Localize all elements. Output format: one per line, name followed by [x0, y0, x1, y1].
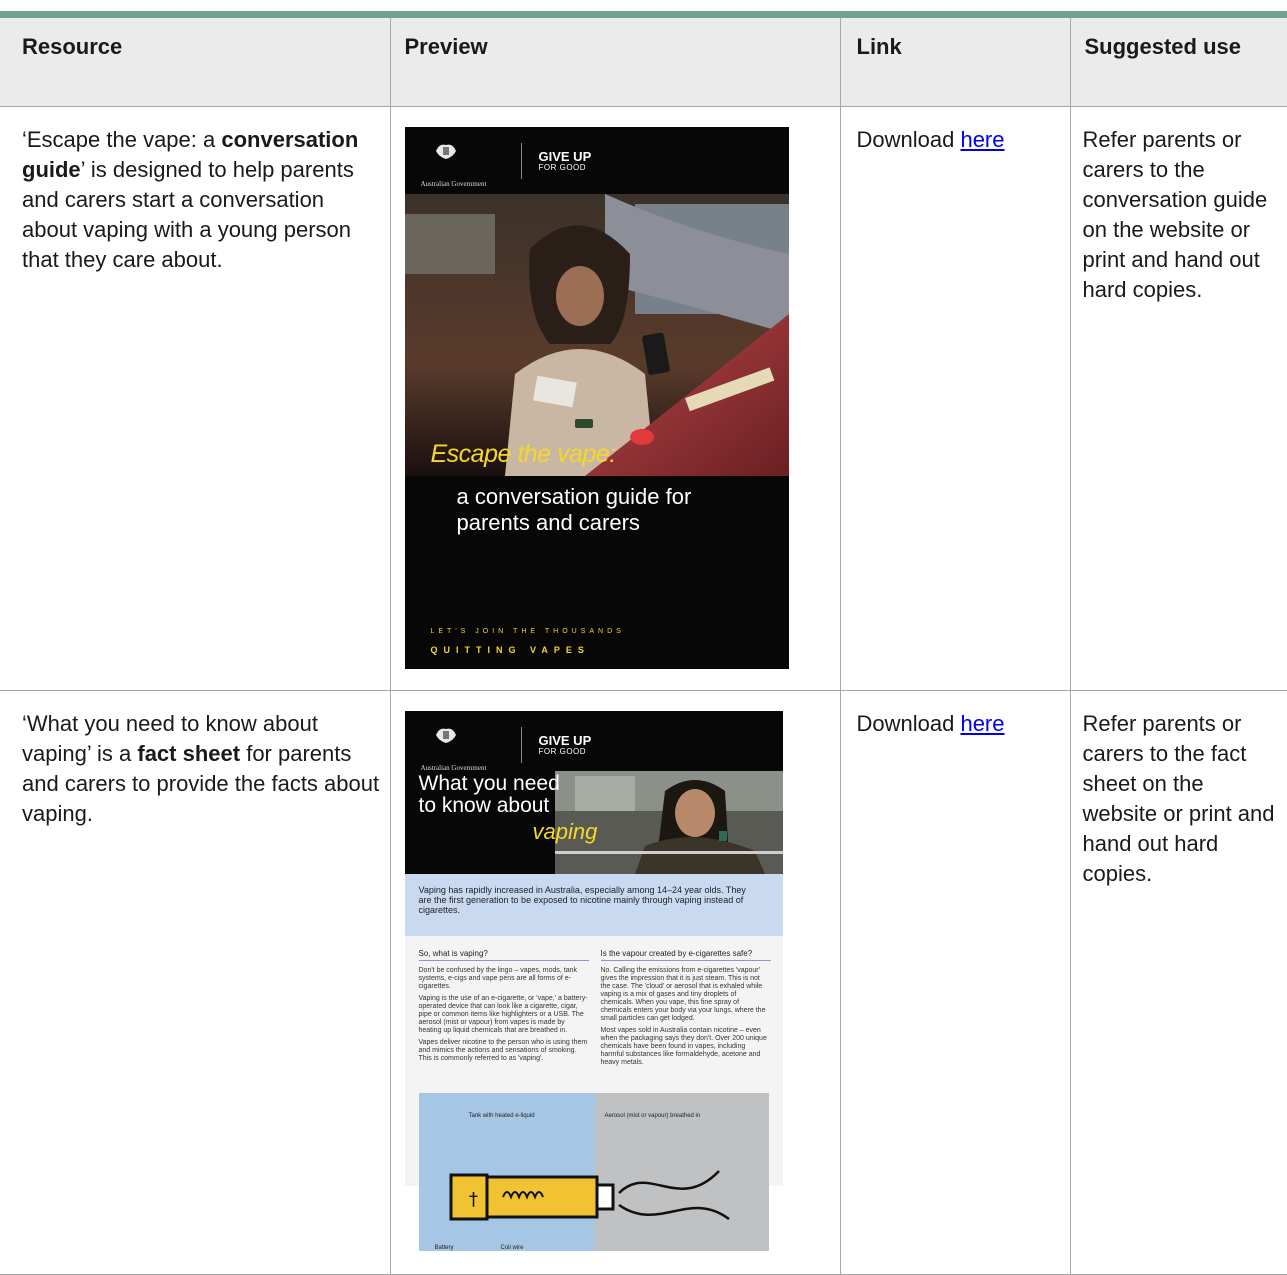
column-heading: Is the vapour created by e-cigarettes sa…: [600, 949, 771, 961]
fact-sheet-title-accent: vaping: [532, 818, 598, 844]
header-preview: Preview: [389, 18, 841, 107]
divider: [520, 142, 522, 179]
coat-of-arms-icon: [435, 144, 456, 159]
fact-sheet-column: So, what is vaping? Don't be confused by…: [418, 949, 589, 1067]
fact-sheet-title-line: to know about: [418, 793, 550, 817]
table-row: ‘Escape the vape: a conversation guide’ …: [0, 105, 1287, 691]
fact-sheet-intro-band: Vaping has rapidly increased in Australi…: [404, 873, 783, 936]
give-up-for-good-logo: GIVE UP FOR GOOD: [538, 150, 592, 173]
svg-text:†: †: [469, 1189, 478, 1210]
resource-text: ‘Escape the vape: a: [22, 126, 222, 152]
header-link: Link: [839, 18, 1071, 107]
cover-header: Australian Government GIVE UP FOR GOOD: [405, 127, 789, 194]
cover-subtitle-line: a conversation guide for: [456, 483, 692, 509]
link-prefix: Download: [856, 126, 961, 152]
diagram-label: Tank with heated e-liquid: [468, 1112, 535, 1119]
brand-bottom: FOR GOOD: [538, 162, 587, 172]
fact-sheet-column: Is the vapour created by e-cigarettes sa…: [600, 949, 771, 1071]
fact-sheet-header: Australian Government GIVE UP FOR GOOD W…: [404, 710, 783, 874]
diagram-label: Aerosol (mist or vapour) breathed in: [604, 1112, 701, 1119]
column-paragraph: Don't be confused by the lingo – vapes, …: [418, 966, 578, 990]
resource-description: ‘What you need to know about vaping’ is …: [0, 689, 391, 1275]
resources-table: Resource Preview Link Suggested use ‘Esc…: [0, 18, 1287, 1275]
preview-cell: Australian Government GIVE UP FOR GOOD: [389, 105, 841, 691]
column-paragraph: Vapes deliver nicotine to the person who…: [418, 1038, 588, 1062]
link-cell: Download here: [839, 689, 1071, 1275]
cover-tagline-2: QUITTING VAPES: [430, 644, 590, 655]
fact-sheet-cover-image: Australian Government GIVE UP FOR GOOD W…: [404, 710, 783, 1251]
vape-diagram: † Tank with heated e-liquid Aerosol (mis…: [418, 1092, 769, 1251]
diagram-label: Battery: [434, 1244, 454, 1251]
suggested-use: Refer parents or carers to the conversat…: [1069, 105, 1287, 691]
fact-sheet-intro: Vaping has rapidly increased in Australi…: [418, 884, 746, 915]
brand-bottom: FOR GOOD: [538, 746, 587, 756]
download-link[interactable]: here: [960, 711, 1004, 736]
resource-type-bold: fact sheet: [137, 740, 241, 766]
divider: [520, 726, 522, 763]
download-link[interactable]: here: [960, 127, 1004, 152]
column-heading: So, what is vaping?: [418, 949, 589, 961]
preview-cell: Australian Government GIVE UP FOR GOOD: [389, 689, 841, 1275]
give-up-for-good-logo: GIVE UP FOR GOOD: [538, 734, 592, 757]
header-suggested-use: Suggested use: [1069, 18, 1287, 107]
table-header-row: Resource Preview Link Suggested use: [0, 18, 1287, 107]
cover-subtitle-line: parents and carers: [456, 509, 640, 535]
link-prefix: Download: [856, 710, 961, 736]
table-accent-bar: [0, 11, 1287, 18]
suggested-use: Refer parents or carers to the fact shee…: [1069, 689, 1287, 1275]
header-resource: Resource: [0, 18, 391, 107]
table-row: ‘What you need to know about vaping’ is …: [0, 689, 1287, 1275]
link-cell: Download here: [839, 105, 1071, 691]
fact-sheet-title: What you need to know about: [418, 771, 560, 817]
diagram-label: Coil wire: [500, 1244, 524, 1251]
conversation-guide-cover-image: Australian Government GIVE UP FOR GOOD E…: [404, 126, 789, 669]
fact-sheet-title-line: What you need: [418, 771, 560, 795]
column-paragraph: Vaping is the use of an e-cigarette, or …: [418, 994, 588, 1034]
column-paragraph: Most vapes sold in Australia contain nic…: [600, 1026, 767, 1066]
coat-of-arms-icon: [435, 728, 456, 743]
resource-description: ‘Escape the vape: a conversation guide’ …: [0, 105, 391, 691]
cover-title: Escape the vape:: [430, 439, 617, 468]
column-paragraph: No. Calling the emissions from e-cigaret…: [600, 966, 766, 1022]
teen-at-desk-photo: [404, 193, 789, 476]
cover-subtitle: a conversation guide for parents and care…: [457, 484, 692, 536]
